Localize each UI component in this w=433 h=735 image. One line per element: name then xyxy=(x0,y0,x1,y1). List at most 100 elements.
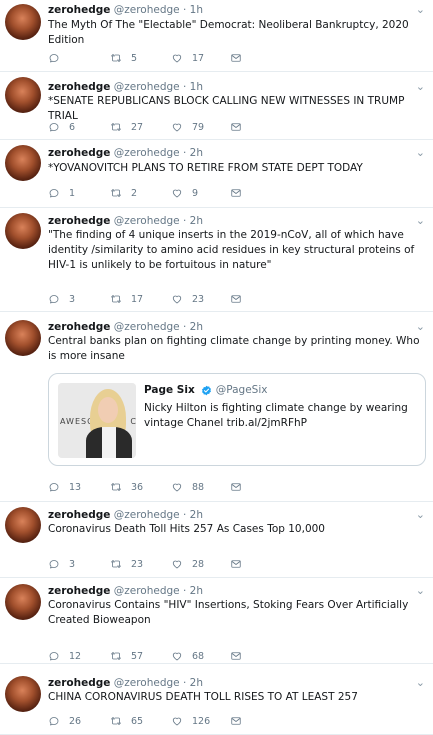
like-button[interactable]: 126 xyxy=(171,714,210,728)
reply-button[interactable]: 12 xyxy=(48,649,81,663)
retweet-button[interactable]: 36 xyxy=(110,480,143,494)
share-button[interactable] xyxy=(230,51,242,65)
author-handle[interactable]: @zerohedge xyxy=(114,215,180,227)
reply-button[interactable]: 26 xyxy=(48,714,81,728)
chevron-down-icon[interactable]: ⌄ xyxy=(416,676,425,689)
timestamp[interactable]: 2h xyxy=(190,321,203,333)
tweet[interactable]: zerohedge @zerohedge · 1h ⌄ The Myth Of Th… xyxy=(0,0,433,72)
reply-icon xyxy=(48,52,60,64)
like-button[interactable]: 23 xyxy=(171,292,204,306)
timestamp[interactable]: 1h xyxy=(190,81,203,93)
avatar[interactable] xyxy=(5,584,41,620)
chevron-down-icon[interactable]: ⌄ xyxy=(416,80,425,93)
share-button[interactable] xyxy=(230,480,242,494)
retweet-button[interactable]: 5 xyxy=(110,51,137,65)
share-button[interactable] xyxy=(230,186,242,200)
retweet-button[interactable]: 57 xyxy=(110,649,143,663)
like-button[interactable]: 79 xyxy=(171,120,204,134)
tweet[interactable]: zerohedge @zerohedge · 2h ⌄ Central banks … xyxy=(0,312,433,502)
chevron-down-icon[interactable]: ⌄ xyxy=(416,214,425,227)
mail-icon xyxy=(230,187,242,199)
author-name[interactable]: zerohedge xyxy=(48,677,110,689)
retweet-button[interactable]: 23 xyxy=(110,557,143,571)
tweet[interactable]: zerohedge @zerohedge · 2h ⌄ Coronavirus Co… xyxy=(0,578,433,664)
tweet[interactable]: zerohedge @zerohedge · 2h ⌄ CHINA CORONAVI… xyxy=(0,664,433,735)
reply-button[interactable] xyxy=(48,51,69,65)
author-handle[interactable]: @zerohedge xyxy=(114,509,180,521)
timestamp[interactable]: 2h xyxy=(190,215,203,227)
author-name[interactable]: zerohedge xyxy=(48,215,110,227)
author-name[interactable]: zerohedge xyxy=(48,81,110,93)
avatar[interactable] xyxy=(5,4,41,40)
reply-count: 13 xyxy=(69,481,82,493)
timestamp[interactable]: 2h xyxy=(190,585,203,597)
share-button[interactable] xyxy=(230,292,242,306)
tweet[interactable]: zerohedge @zerohedge · 2h ⌄ Coronavirus De… xyxy=(0,502,433,578)
reply-icon xyxy=(48,293,60,305)
chevron-down-icon[interactable]: ⌄ xyxy=(416,584,425,597)
avatar[interactable] xyxy=(5,145,41,181)
reply-count: 3 xyxy=(69,558,76,570)
avatar[interactable] xyxy=(5,507,41,543)
author-name[interactable]: zerohedge xyxy=(48,321,110,333)
reply-button[interactable]: 6 xyxy=(48,120,75,134)
reply-count: 26 xyxy=(69,715,82,727)
like-button[interactable]: 28 xyxy=(171,557,204,571)
like-button[interactable]: 17 xyxy=(171,51,204,65)
like-button[interactable]: 9 xyxy=(171,186,198,200)
author-name[interactable]: zerohedge xyxy=(48,4,110,16)
quoted-author-handle[interactable]: @PageSix xyxy=(216,384,268,396)
author-name[interactable]: zerohedge xyxy=(48,147,110,159)
heart-icon xyxy=(171,558,183,570)
share-button[interactable] xyxy=(230,120,242,134)
mail-icon xyxy=(230,650,242,662)
chevron-down-icon[interactable]: ⌄ xyxy=(416,508,425,521)
author-handle[interactable]: @zerohedge xyxy=(114,321,180,333)
share-button[interactable] xyxy=(230,714,242,728)
author-handle[interactable]: @zerohedge xyxy=(114,585,180,597)
avatar[interactable] xyxy=(5,77,41,113)
retweet-icon xyxy=(110,187,122,199)
author-handle[interactable]: @zerohedge xyxy=(114,147,180,159)
reply-button[interactable]: 3 xyxy=(48,292,75,306)
retweet-button[interactable]: 27 xyxy=(110,120,143,134)
retweet-button[interactable]: 65 xyxy=(110,714,143,728)
quoted-author-name[interactable]: Page Six xyxy=(144,384,195,396)
reply-count: 3 xyxy=(69,293,76,305)
reply-button[interactable]: 3 xyxy=(48,557,75,571)
retweet-icon xyxy=(110,650,122,662)
reply-button[interactable]: 13 xyxy=(48,480,81,494)
reply-icon xyxy=(48,481,60,493)
author-handle[interactable]: @zerohedge xyxy=(114,4,180,16)
chevron-down-icon[interactable]: ⌄ xyxy=(416,320,425,333)
like-count: 88 xyxy=(192,481,205,493)
share-button[interactable] xyxy=(230,557,242,571)
quoted-tweet-card[interactable]: AWESOME C Page Six @PageSix Nicky Hilton is … xyxy=(48,373,426,466)
author-name[interactable]: zerohedge xyxy=(48,585,110,597)
tweet-text: CHINA CORONAVIRUS DEATH TOLL RISES TO AT… xyxy=(48,691,358,703)
like-button[interactable]: 88 xyxy=(171,480,204,494)
tweet[interactable]: zerohedge @zerohedge · 1h ⌄ *SENATE REPUBL… xyxy=(0,72,433,140)
tweet[interactable]: zerohedge @zerohedge · 2h ⌄ *YOVANOVITCH P… xyxy=(0,140,433,208)
retweet-button[interactable]: 2 xyxy=(110,186,137,200)
chevron-down-icon[interactable]: ⌄ xyxy=(416,3,425,16)
share-button[interactable] xyxy=(230,649,242,663)
like-button[interactable]: 68 xyxy=(171,649,204,663)
timestamp[interactable]: 1h xyxy=(190,4,203,16)
chevron-down-icon[interactable]: ⌄ xyxy=(416,146,425,159)
avatar[interactable] xyxy=(5,213,41,249)
avatar[interactable] xyxy=(5,320,41,356)
author-name[interactable]: zerohedge xyxy=(48,509,110,521)
timestamp[interactable]: 2h xyxy=(190,509,203,521)
reply-button[interactable]: 1 xyxy=(48,186,75,200)
timestamp[interactable]: 2h xyxy=(190,147,203,159)
retweet-button[interactable]: 17 xyxy=(110,292,143,306)
author-handle[interactable]: @zerohedge xyxy=(114,81,180,93)
author-handle[interactable]: @zerohedge xyxy=(114,677,180,689)
reply-icon xyxy=(48,650,60,662)
timestamp[interactable]: 2h xyxy=(190,677,203,689)
tweet-header: zerohedge @zerohedge · 1h xyxy=(48,81,203,94)
verified-badge-icon xyxy=(198,385,212,396)
tweet[interactable]: zerohedge @zerohedge · 2h ⌄ "The finding o… xyxy=(0,208,433,312)
avatar[interactable] xyxy=(5,676,41,712)
